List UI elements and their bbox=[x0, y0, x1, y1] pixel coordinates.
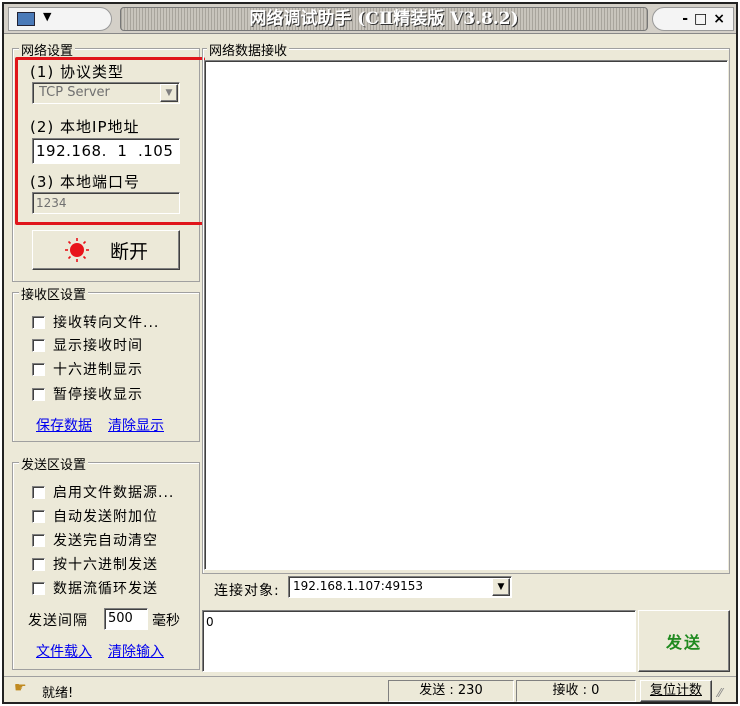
reset-count-label: 复位计数 bbox=[649, 683, 702, 698]
file-source-option[interactable]: 启用文件数据源... bbox=[32, 482, 174, 502]
loop-send-label: 数据流循环发送 bbox=[53, 581, 158, 597]
connection-target-value: 192.168.1.107:49153 bbox=[293, 579, 424, 593]
connection-target-select[interactable]: 192.168.1.107:49153 ▼ bbox=[288, 576, 512, 598]
hex-display-option[interactable]: 十六进制显示 bbox=[32, 359, 143, 379]
resize-grip-icon[interactable]: ⁄⁄ bbox=[718, 686, 722, 700]
send-settings-label: 发送区设置 bbox=[19, 454, 89, 473]
checkbox[interactable] bbox=[32, 338, 45, 352]
send-interval-label: 发送间隔 bbox=[28, 613, 88, 629]
reset-count-button[interactable]: 复位计数 bbox=[640, 680, 712, 702]
highlight-box bbox=[15, 57, 205, 225]
window-controls: - □ × bbox=[652, 7, 734, 31]
checkbox[interactable] bbox=[32, 509, 45, 523]
app-window: ▼ 网络调试助手 (CⅡ精装版 V3.8.2) - □ × 网络设置 (1) 协… bbox=[2, 2, 738, 704]
send-interval-input[interactable]: 500 bbox=[104, 608, 148, 630]
checkbox[interactable] bbox=[32, 485, 45, 499]
auto-append-option[interactable]: 自动发送附加位 bbox=[32, 506, 158, 526]
minimize-button[interactable]: - bbox=[682, 11, 688, 27]
pause-display-label: 暂停接收显示 bbox=[53, 387, 143, 403]
recv-to-file-option[interactable]: 接收转向文件... bbox=[32, 312, 159, 332]
hex-send-label: 按十六进制发送 bbox=[53, 557, 158, 573]
system-menu[interactable]: ▼ bbox=[8, 7, 112, 31]
system-menu-arrow-icon[interactable]: ▼ bbox=[43, 10, 51, 23]
connection-target-label: 连接对象: bbox=[214, 583, 280, 599]
auto-clear-label: 发送完自动清空 bbox=[53, 533, 158, 549]
checkbox[interactable] bbox=[32, 362, 45, 376]
pause-display-option[interactable]: 暂停接收显示 bbox=[32, 384, 143, 404]
receive-area-label: 网络数据接收 bbox=[207, 40, 290, 59]
send-interval-value: 500 bbox=[108, 611, 133, 626]
network-app-icon[interactable] bbox=[17, 12, 35, 26]
ready-hand-icon: ☛ bbox=[14, 680, 27, 696]
hex-display-label: 十六进制显示 bbox=[53, 362, 143, 378]
disconnect-button[interactable]: 断开 bbox=[32, 230, 180, 270]
close-button[interactable]: × bbox=[713, 11, 725, 27]
auto-clear-option[interactable]: 发送完自动清空 bbox=[32, 530, 158, 550]
save-data-link[interactable]: 保存数据 bbox=[36, 415, 92, 435]
disconnect-led-icon bbox=[64, 238, 89, 262]
send-content: 0 bbox=[206, 615, 214, 629]
checkbox[interactable] bbox=[32, 533, 45, 547]
file-source-label: 启用文件数据源... bbox=[53, 485, 175, 501]
send-interval-unit: 毫秒 bbox=[152, 613, 180, 629]
checkbox[interactable] bbox=[32, 315, 45, 329]
recv-count-pane: 接收 : 0 bbox=[516, 680, 636, 702]
title-bar[interactable]: ▼ 网络调试助手 (CⅡ精装版 V3.8.2) - □ × bbox=[4, 4, 736, 34]
window-title: 网络调试助手 (CⅡ精装版 V3.8.2) bbox=[120, 7, 648, 31]
recv-to-file-label: 接收转向文件... bbox=[53, 315, 160, 331]
status-text: 就绪! bbox=[42, 686, 74, 701]
maximize-button[interactable]: □ bbox=[694, 11, 707, 27]
send-button-label: 发送 bbox=[665, 633, 702, 652]
clear-display-link[interactable]: 清除显示 bbox=[108, 415, 164, 435]
auto-append-label: 自动发送附加位 bbox=[53, 509, 158, 525]
checkbox[interactable] bbox=[32, 387, 45, 401]
send-count-pane: 发送 : 230 bbox=[388, 680, 514, 702]
send-count: 发送 : 230 bbox=[419, 683, 483, 698]
send-textarea[interactable]: 0 bbox=[202, 610, 636, 672]
show-recv-time-label: 显示接收时间 bbox=[53, 338, 143, 354]
hex-send-option[interactable]: 按十六进制发送 bbox=[32, 554, 158, 574]
clear-input-link[interactable]: 清除输入 bbox=[108, 641, 164, 661]
receive-settings-label: 接收区设置 bbox=[19, 284, 89, 303]
checkbox[interactable] bbox=[32, 557, 45, 571]
connection-dropdown-arrow-icon[interactable]: ▼ bbox=[492, 578, 510, 596]
receive-textarea[interactable] bbox=[204, 60, 728, 570]
disconnect-label: 断开 bbox=[109, 240, 148, 263]
load-file-link[interactable]: 文件载入 bbox=[36, 641, 92, 661]
recv-count: 接收 : 0 bbox=[552, 683, 600, 698]
checkbox[interactable] bbox=[32, 581, 45, 595]
show-recv-time-option[interactable]: 显示接收时间 bbox=[32, 335, 143, 355]
send-button[interactable]: 发送 bbox=[638, 610, 730, 672]
loop-send-option[interactable]: 数据流循环发送 bbox=[32, 578, 158, 598]
